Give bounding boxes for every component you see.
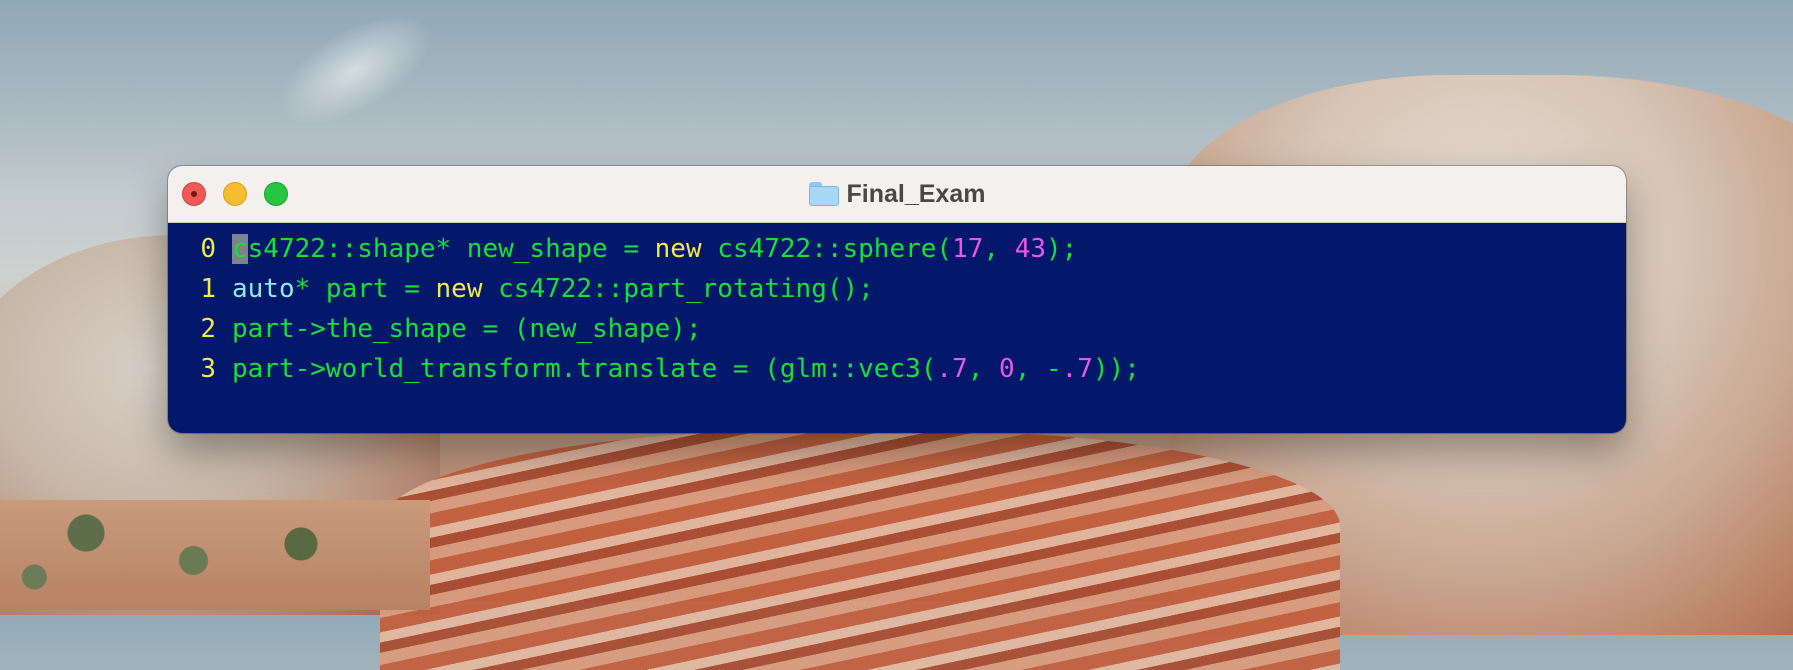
- code-token: 17: [952, 234, 984, 264]
- code-token: * part =: [294, 274, 436, 304]
- window-titlebar[interactable]: Final_Exam: [168, 166, 1626, 223]
- code-token: 43: [1014, 234, 1047, 264]
- window-title-text: Final_Exam: [846, 179, 986, 208]
- code-token: auto: [232, 274, 295, 304]
- code-token: cs4722::sphere(: [701, 234, 953, 264]
- code-token: new: [654, 234, 702, 264]
- terminal-line: 3 part->world_transform.translate = (glm:…: [168, 349, 1626, 389]
- code-token: ));: [1092, 354, 1140, 384]
- wallpaper-rock-striped: [380, 430, 1340, 670]
- text-cursor: c: [232, 234, 248, 264]
- code-token: );: [1046, 234, 1078, 264]
- code-token: , -: [1014, 354, 1062, 384]
- code-text: part->the_shape = (new_shape);: [232, 309, 702, 349]
- terminal-line: 1 auto* part = new cs4722::part_rotating(…: [168, 269, 1626, 309]
- line-number: 0: [200, 234, 216, 264]
- terminal-line: 0 cs4722::shape* new_shape = new cs4722::…: [168, 229, 1626, 269]
- code-token: part->world_transform.translate = (glm::…: [232, 354, 937, 384]
- code-token: ,: [967, 354, 1000, 384]
- code-token: .7: [936, 354, 968, 384]
- terminal-window[interactable]: Final_Exam 0 cs4722::shape* new_shape = n…: [168, 166, 1626, 433]
- line-number: 3: [200, 354, 216, 384]
- code-token: ,: [983, 234, 1015, 264]
- code-token: new: [435, 274, 483, 304]
- window-title: Final_Exam: [168, 178, 1626, 210]
- code-text: part->world_transform.translate = (glm::…: [232, 349, 1140, 389]
- line-number: 2: [200, 314, 216, 344]
- folder-icon: [808, 182, 839, 206]
- wallpaper-cloud: [261, 0, 449, 148]
- code-token: 0: [999, 354, 1015, 384]
- code-token: cs4722::part_rotating();: [482, 274, 874, 304]
- line-number: 1: [200, 274, 216, 304]
- code-token: s4722::shape* new_shape =: [247, 234, 655, 264]
- terminal-line: 2 part->the_shape = (new_shape);: [168, 309, 1626, 349]
- wallpaper-shrubs: [0, 500, 430, 610]
- code-token: .7: [1061, 354, 1093, 384]
- code-text: cs4722::shape* new_shape = new cs4722::s…: [232, 229, 1077, 269]
- terminal-content[interactable]: 0 cs4722::shape* new_shape = new cs4722::…: [168, 223, 1626, 389]
- code-token: part->the_shape = (new_shape);: [232, 314, 702, 344]
- code-text: auto* part = new cs4722::part_rotating()…: [232, 269, 874, 309]
